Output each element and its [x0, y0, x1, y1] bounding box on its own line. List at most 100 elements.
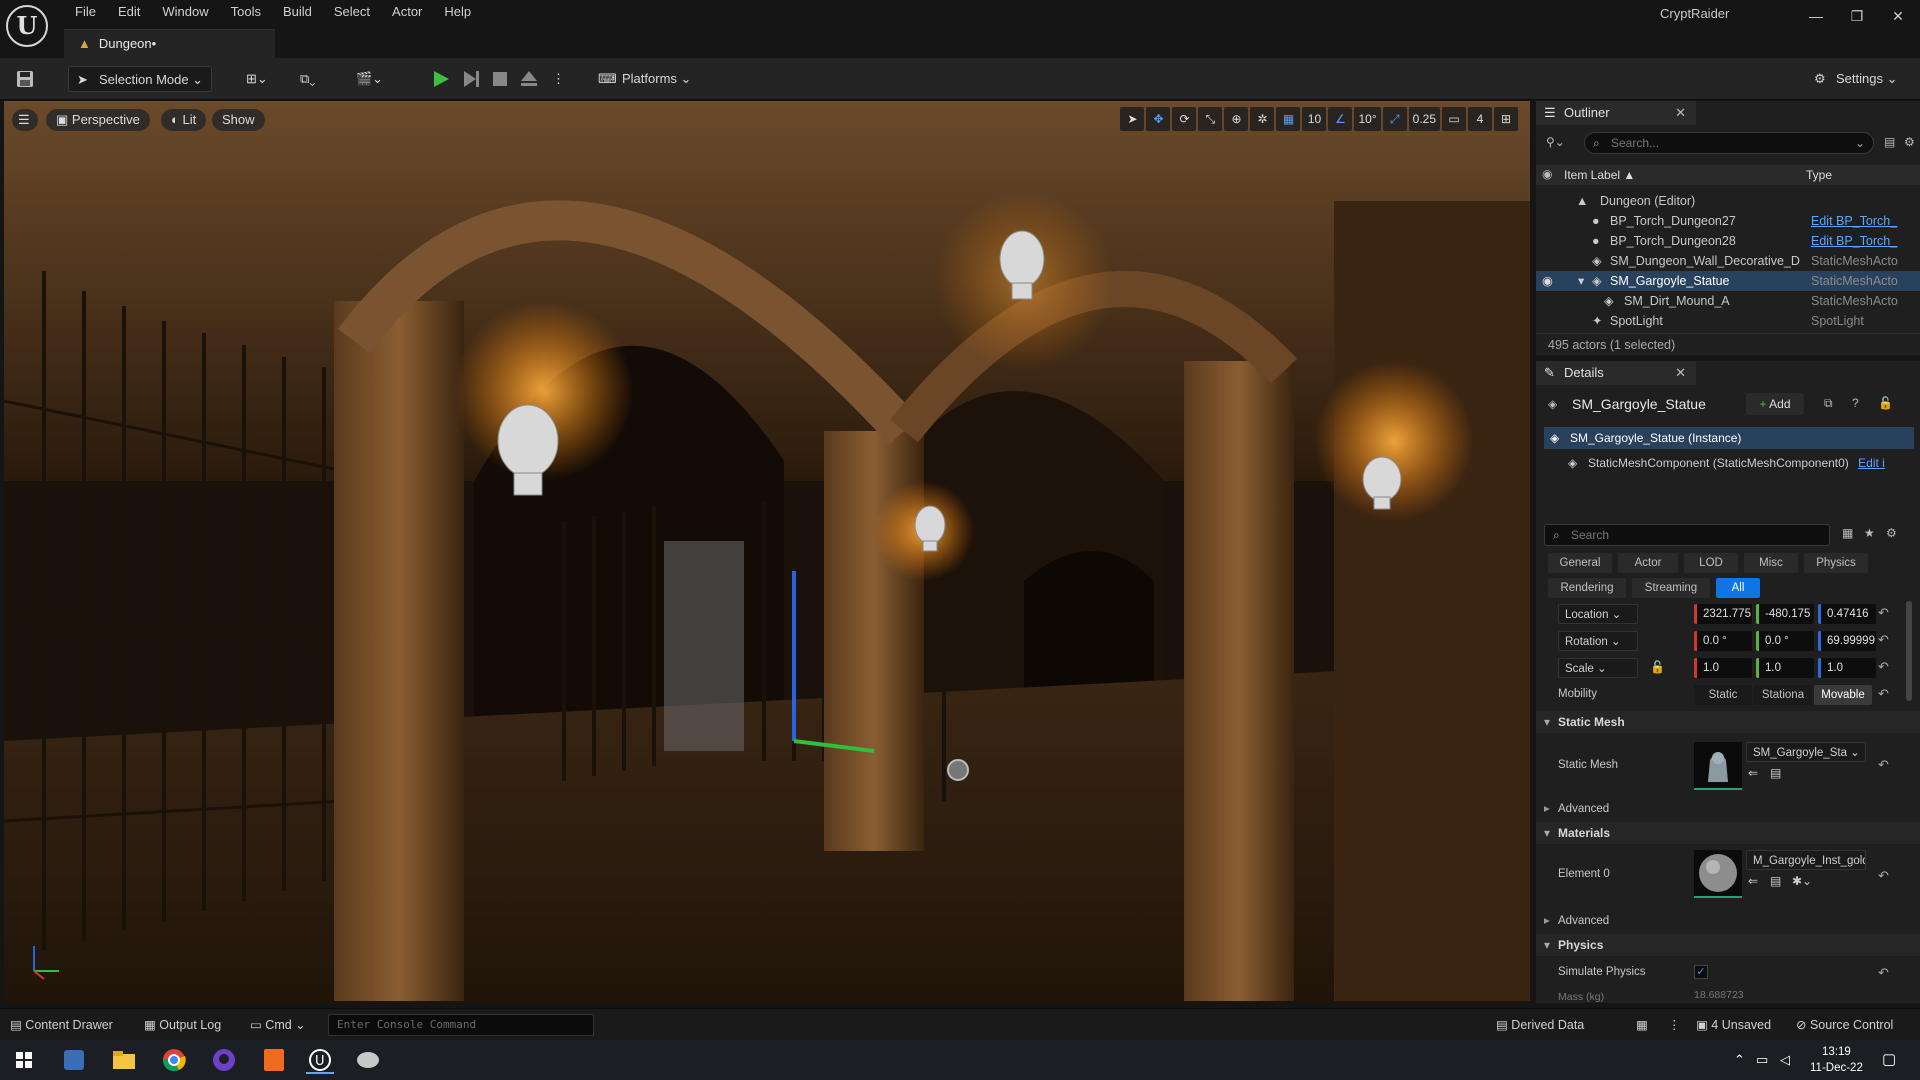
physics-category[interactable]: ▾ Physics	[1536, 934, 1920, 956]
reset-icon[interactable]: ↶	[1878, 659, 1889, 675]
grid-snap-value[interactable]: 10	[1302, 107, 1327, 131]
tree-row-selected[interactable]: ◉ ▾ ◈ SM_Gargoyle_Statue StaticMeshActo	[1536, 271, 1920, 291]
location-z-field[interactable]: 0.47416	[1818, 604, 1876, 624]
gear-icon[interactable]: ⚙	[1904, 135, 1915, 149]
static-mesh-category[interactable]: ▾ Static Mesh	[1536, 711, 1920, 733]
network-icon[interactable]: ▭	[1756, 1052, 1768, 1068]
platforms-dropdown[interactable]: ⌨ Platforms ⌄	[596, 66, 691, 92]
reset-icon[interactable]: ↶	[1878, 965, 1889, 981]
mobility-stationary[interactable]: Stationa	[1754, 685, 1812, 705]
more-options-icon[interactable]: ⋮	[1668, 1017, 1681, 1032]
cinematics-icon[interactable]: 🎬⌄	[356, 66, 383, 92]
filter-icon[interactable]: ⚲⌄	[1546, 135, 1565, 149]
rotation-snap-icon[interactable]: ∠	[1328, 107, 1353, 131]
camera-speed-icon[interactable]: ▭	[1442, 107, 1466, 131]
details-scrollbar[interactable]	[1906, 601, 1912, 701]
reset-icon[interactable]: ↶	[1878, 686, 1889, 702]
selection-mode-dropdown[interactable]: ➤ Selection Mode ⌄	[68, 66, 212, 92]
rotation-snap-value[interactable]: 10°	[1354, 107, 1381, 131]
rotation-x-field[interactable]: 0.0 °	[1694, 631, 1752, 651]
source-control-button[interactable]: ⊘ Source Control	[1796, 1017, 1893, 1032]
filter-physics[interactable]: Physics	[1804, 553, 1868, 573]
eject-icon[interactable]	[520, 70, 538, 91]
select-tool-icon[interactable]: ➤	[1120, 107, 1145, 131]
filter-general[interactable]: General	[1548, 553, 1612, 573]
file-explorer-icon[interactable]	[110, 1046, 138, 1074]
mobility-static[interactable]: Static	[1694, 685, 1752, 705]
scale-snap-icon[interactable]: ⤢	[1382, 107, 1407, 131]
location-x-field[interactable]: 2321.775	[1694, 604, 1752, 624]
menu-window[interactable]: Window	[151, 0, 219, 24]
tree-row[interactable]: ● BP_Torch_Dungeon28 Edit BP_Torch_	[1536, 231, 1920, 251]
blueprint-icon[interactable]: ⧉	[1824, 396, 1833, 411]
tray-chevron-icon[interactable]: ⌃	[1734, 1052, 1745, 1068]
advanced-row[interactable]: ▸ Advanced	[1536, 910, 1920, 932]
lit-button[interactable]: ◐ Lit	[161, 109, 207, 131]
static-mesh-dropdown[interactable]: SM_Gargoyle_Sta ⌄	[1746, 742, 1866, 762]
actor-name[interactable]: SM_Gargoyle_Statue	[1572, 396, 1706, 412]
close-window-icon[interactable]: ✕	[1884, 4, 1912, 28]
github-icon[interactable]	[210, 1046, 238, 1074]
tree-row[interactable]: ◈ SM_Dungeon_Wall_Decorative_D StaticMes…	[1536, 251, 1920, 271]
grid-snap-icon[interactable]: ▦	[1276, 107, 1301, 131]
lock-icon[interactable]: 🔓	[1878, 396, 1893, 410]
menu-edit[interactable]: Edit	[107, 0, 151, 24]
camera-speed-value[interactable]: 4	[1468, 107, 1492, 131]
details-search-input[interactable]: ⌕ Search	[1544, 524, 1830, 546]
notifications-icon[interactable]: ▢	[1882, 1050, 1896, 1068]
console-input[interactable]: Enter Console Command	[328, 1014, 594, 1036]
menu-help[interactable]: Help	[433, 0, 482, 24]
browse-folder-icon[interactable]: ▤	[1770, 874, 1781, 888]
add-actor-icon[interactable]: ⊞⌄	[246, 66, 268, 92]
material-options-icon[interactable]: ✱⌄	[1792, 874, 1812, 888]
materials-category[interactable]: ▾ Materials	[1536, 822, 1920, 844]
perspective-button[interactable]: ▣ Perspective	[46, 109, 150, 131]
skip-icon[interactable]	[462, 70, 480, 91]
level-tab[interactable]: ▲ Dungeon•	[64, 29, 275, 58]
rotation-y-field[interactable]: 0.0 °	[1756, 631, 1814, 651]
close-icon[interactable]: ✕	[1675, 361, 1686, 385]
level-viewport[interactable]: ☰ ▣ Perspective ◐ Lit Show ➤ ✥ ⟳ ⤡ ⊕ ✲ ▦…	[4, 101, 1530, 1003]
filter-actor[interactable]: Actor	[1618, 553, 1678, 573]
reset-icon[interactable]: ↶	[1878, 868, 1889, 884]
component-instance-row[interactable]: ◈ SM_Gargoyle_Statue (Instance)	[1544, 427, 1914, 449]
menu-tools[interactable]: Tools	[220, 0, 272, 24]
menu-actor[interactable]: Actor	[381, 0, 433, 24]
browse-arrow-icon[interactable]: ⇐	[1748, 874, 1758, 888]
eye-icon[interactable]: ◉	[1542, 271, 1553, 291]
stop-icon[interactable]	[492, 71, 508, 90]
tree-row[interactable]: ✦ SpotLight SpotLight	[1536, 311, 1920, 331]
maximize-viewport-icon[interactable]: ⊞	[1494, 107, 1518, 131]
add-folder-icon[interactable]: ▤	[1884, 135, 1895, 149]
eye-icon[interactable]: ◉	[1542, 167, 1552, 181]
menu-select[interactable]: Select	[323, 0, 381, 24]
rotate-tool-icon[interactable]: ⟳	[1172, 107, 1197, 131]
world-space-icon[interactable]: ⊕	[1224, 107, 1249, 131]
scale-z-field[interactable]: 1.0	[1818, 658, 1876, 678]
browse-folder-icon[interactable]: ▤	[1770, 766, 1781, 780]
simulate-physics-checkbox[interactable]: ✓	[1694, 965, 1708, 979]
clock[interactable]: 13:19 11-Dec-22	[1810, 1044, 1863, 1076]
outliner-tab[interactable]: ☰ Outliner ✕	[1536, 101, 1696, 125]
scale-dropdown[interactable]: Scale ⌄	[1558, 658, 1638, 678]
filter-all[interactable]: All	[1716, 578, 1760, 598]
scale-x-field[interactable]: 1.0	[1694, 658, 1752, 678]
tree-row[interactable]: ▲ Dungeon (Editor)	[1536, 191, 1920, 211]
component-row[interactable]: ◈ StaticMeshComponent (StaticMeshCompone…	[1566, 453, 1916, 473]
add-component-button[interactable]: + Add	[1746, 393, 1804, 415]
advanced-row[interactable]: ▸ Advanced	[1536, 798, 1920, 820]
restore-icon[interactable]: ❐	[1843, 4, 1871, 28]
app-misc-icon[interactable]	[354, 1046, 382, 1074]
edit-blueprint-link[interactable]: Edit BP_Torch_	[1811, 211, 1915, 231]
filter-streaming[interactable]: Streaming	[1632, 578, 1710, 598]
chrome-icon[interactable]	[160, 1046, 188, 1074]
save-icon[interactable]	[16, 70, 34, 88]
mobility-movable[interactable]: Movable	[1814, 685, 1872, 705]
edit-component-link[interactable]: Edit i	[1858, 456, 1885, 470]
browse-arrow-icon[interactable]: ⇐	[1748, 766, 1758, 780]
filter-rendering[interactable]: Rendering	[1548, 578, 1626, 598]
type-column[interactable]: Type	[1806, 168, 1832, 182]
rotation-z-field[interactable]: 69.99999	[1818, 631, 1876, 651]
tree-row[interactable]: ◈ SM_Dirt_Mound_A StaticMeshActo	[1536, 291, 1920, 311]
reset-icon[interactable]: ↶	[1878, 605, 1889, 621]
